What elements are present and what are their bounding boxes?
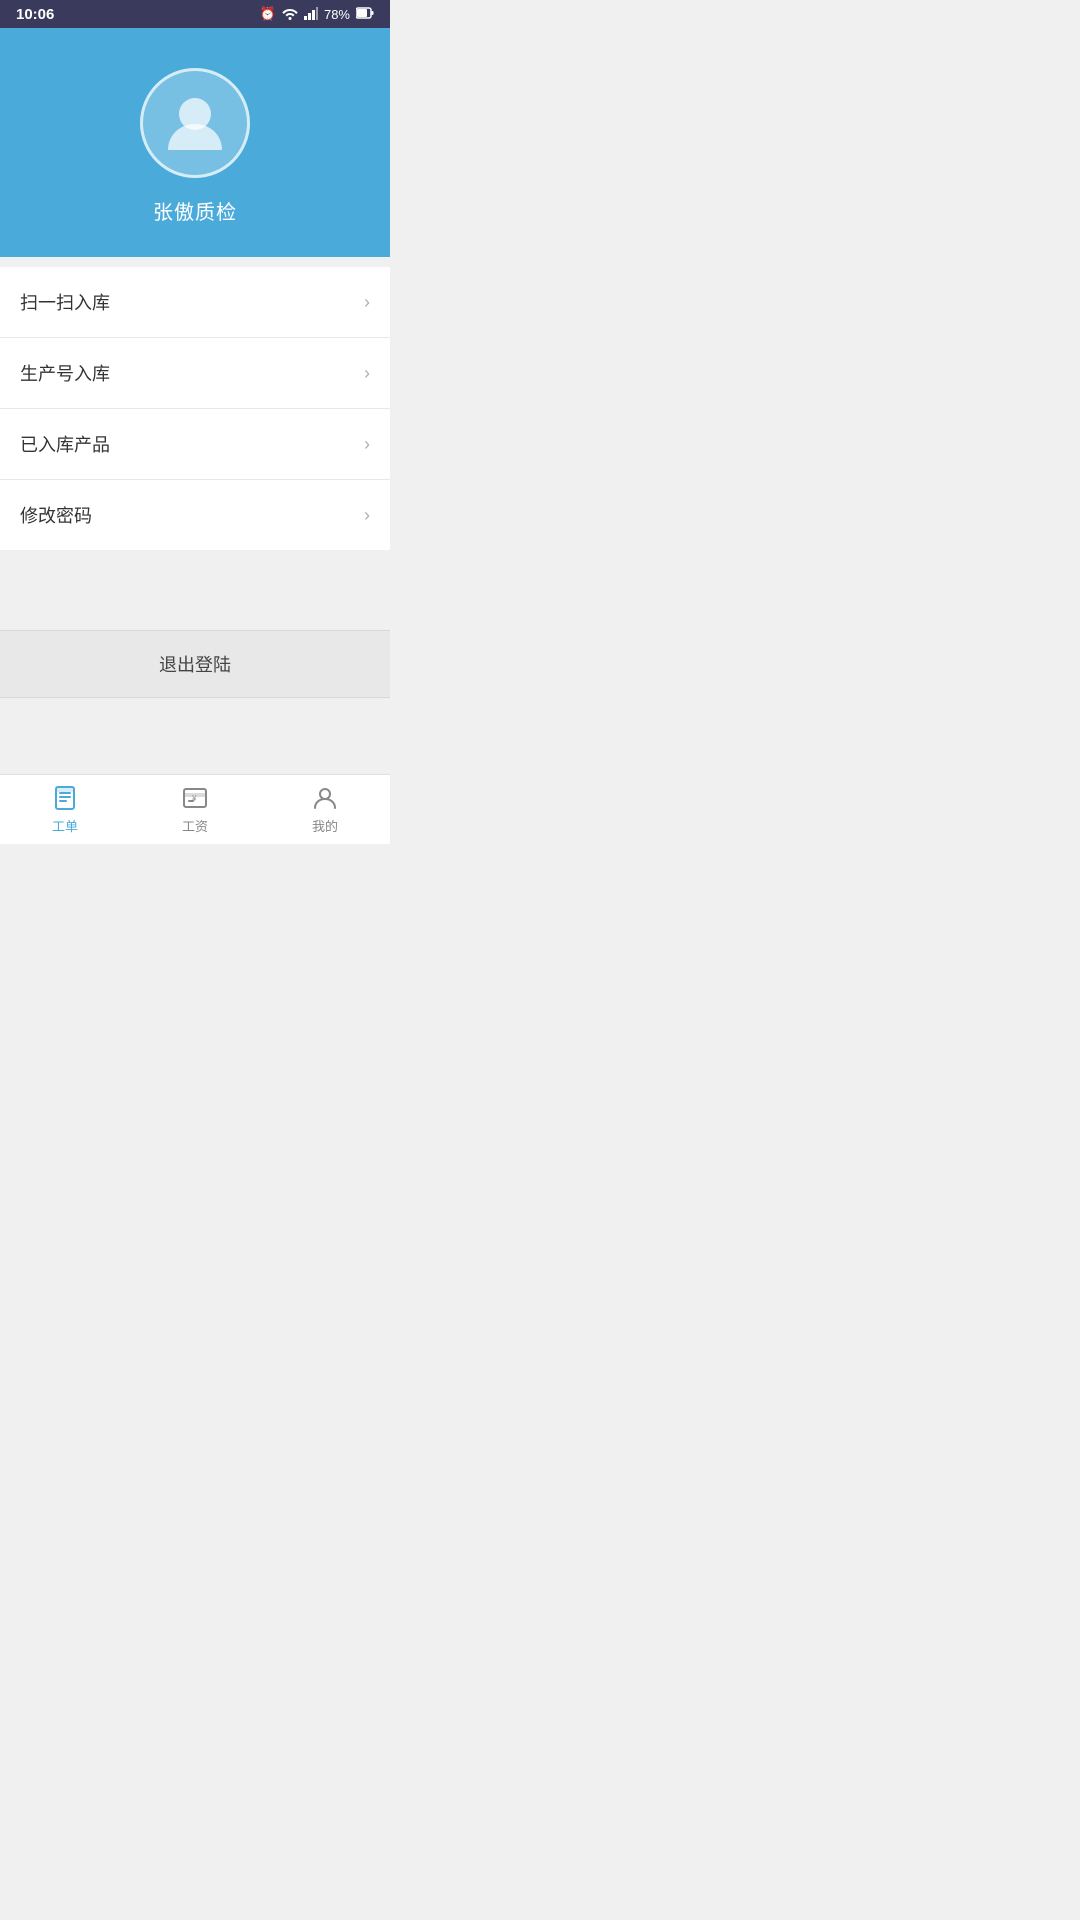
menu-item-stored-products[interactable]: 已入库产品 ›: [0, 409, 390, 480]
chevron-icon-password: ›: [364, 505, 370, 526]
status-icons: ⏰ 78%: [260, 6, 374, 23]
bottom-nav: 工单 ¥ 工资 我的: [0, 774, 390, 844]
chevron-icon-production-in: ›: [364, 363, 370, 384]
status-time: 10:06: [16, 6, 54, 23]
battery-icon: [356, 7, 374, 22]
status-bar: 10:06 ⏰ 78%: [0, 0, 390, 28]
profile-name: 张傲质检: [153, 196, 237, 225]
change-password-label: 修改密码: [20, 502, 92, 528]
menu-item-scan-in[interactable]: 扫一扫入库 ›: [0, 267, 390, 338]
alarm-icon: ⏰: [260, 6, 276, 22]
nav-label-mine: 我的: [312, 816, 338, 835]
bottom-spacer: [0, 698, 390, 774]
profile-header: 张傲质检: [0, 28, 390, 257]
menu-item-change-password[interactable]: 修改密码 ›: [0, 480, 390, 550]
wifi-icon: [282, 6, 298, 23]
nav-item-workorder[interactable]: 工单: [0, 775, 130, 844]
signal-icon: [304, 6, 318, 23]
menu-list: 扫一扫入库 › 生产号入库 › 已入库产品 › 修改密码 ›: [0, 267, 390, 550]
scan-in-label: 扫一扫入库: [20, 289, 110, 315]
nav-item-mine[interactable]: 我的: [260, 775, 390, 844]
nav-item-salary[interactable]: ¥ 工资: [130, 775, 260, 844]
content-spacer: [0, 550, 390, 630]
production-in-label: 生产号入库: [20, 360, 110, 386]
avatar: [140, 68, 250, 178]
main-content: 张傲质检 扫一扫入库 › 生产号入库 › 已入库产品 › 修改密码 › 退出登陆: [0, 28, 390, 774]
chevron-icon-scan-in: ›: [364, 292, 370, 313]
battery-percentage: 78%: [324, 7, 350, 22]
nav-label-salary: 工资: [182, 816, 208, 835]
chevron-icon-stored: ›: [364, 434, 370, 455]
logout-label: 退出登陆: [159, 655, 231, 675]
svg-text:¥: ¥: [191, 794, 197, 803]
nav-label-workorder: 工单: [52, 816, 78, 835]
stored-products-label: 已入库产品: [20, 431, 110, 457]
menu-item-production-in[interactable]: 生产号入库 ›: [0, 338, 390, 409]
logout-section[interactable]: 退出登陆: [0, 630, 390, 698]
